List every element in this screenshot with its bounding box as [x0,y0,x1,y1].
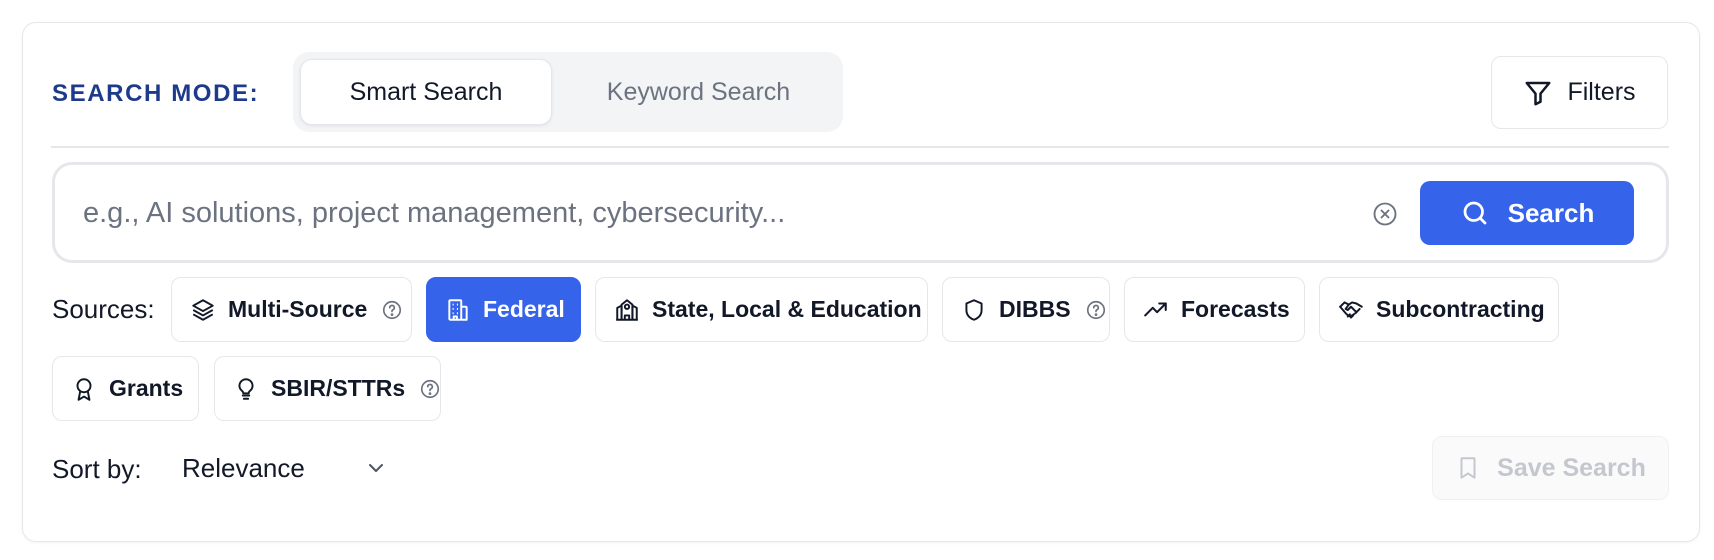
source-multi-source[interactable]: Multi-Source [171,277,412,342]
search-icon [1463,201,1486,225]
search-button[interactable]: Search [1420,181,1634,245]
filters-label: Filters [1567,78,1636,106]
source-label: Subcontracting [1376,296,1545,322]
search-mode-label: SEARCH MODE: [52,80,260,107]
sort-value: Relevance [182,452,305,483]
keyword-search-tab[interactable]: Keyword Search [561,59,836,125]
award-icon [76,377,92,401]
school-icon [616,298,638,321]
help-circle-icon[interactable] [419,378,441,400]
trending-up-icon [1144,301,1167,316]
building-icon [448,298,468,321]
source-federal[interactable]: Federal [426,277,581,342]
source-sbir-sttrs[interactable]: SBIR/STTRs [214,356,441,421]
source-label: State, Local & Education [652,296,922,322]
handshake-icon [1339,300,1363,319]
shield-icon [965,298,983,321]
source-label: Forecasts [1181,296,1290,322]
search-button-label: Search [1507,197,1595,228]
filter-icon [1525,81,1551,105]
filters-button[interactable]: Filters [1491,56,1668,129]
source-label: Federal [483,296,565,322]
source-state-local-education[interactable]: State, Local & Education [595,277,928,342]
help-circle-icon[interactable] [381,299,403,321]
source-dibbs[interactable]: DIBBS [942,277,1110,342]
source-subcontracting[interactable]: Subcontracting [1319,277,1559,342]
source-label: Multi-Source [228,296,368,322]
chevron-down-icon [369,464,383,472]
search-box: Search [52,162,1669,263]
lightbulb-icon [238,377,254,400]
sort-select[interactable]: Relevance [170,443,400,493]
source-grants[interactable]: Grants [52,356,199,421]
smart-search-tab[interactable]: Smart Search [300,59,552,125]
help-circle-icon[interactable] [1085,299,1107,321]
source-label: SBIR/STTRs [271,375,406,401]
save-search-label: Save Search [1497,453,1646,482]
circle-x-icon[interactable] [1371,200,1399,228]
source-label: DIBBS [999,296,1071,322]
save-search-button[interactable]: Save Search [1432,436,1669,500]
layers-icon [192,298,214,321]
divider [51,146,1669,148]
bookmark-icon [1460,457,1476,479]
sources-label: Sources: [52,294,155,324]
source-forecasts[interactable]: Forecasts [1124,277,1305,342]
source-label: Grants [109,375,184,401]
search-input[interactable] [83,189,1343,237]
search-mode-toggle: Smart Search Keyword Search [293,52,843,132]
sort-label: Sort by: [52,454,142,484]
